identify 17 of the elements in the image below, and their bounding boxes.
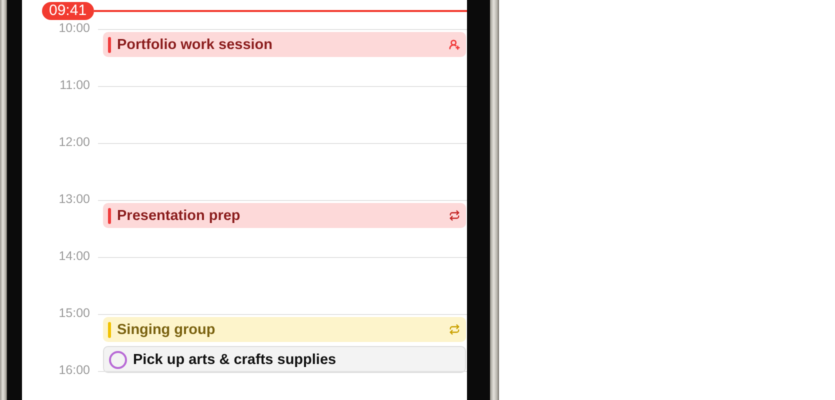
calendar-event[interactable]: Portfolio work session xyxy=(103,32,466,57)
event-title: Presentation prep xyxy=(117,208,242,224)
event-title: Singing group xyxy=(117,322,216,338)
hour-label: 10:00 xyxy=(58,21,91,37)
hour-label: 13:00 xyxy=(58,192,91,208)
hour-label: 15:00 xyxy=(58,306,91,322)
hour-label: 11:00 xyxy=(60,78,91,94)
hour-label: 16:00 xyxy=(58,363,91,379)
hour-label: 12:00 xyxy=(58,135,91,151)
calendar-event[interactable]: Singing group xyxy=(103,317,466,342)
reminder-item[interactable]: Pick up arts & crafts supplies xyxy=(103,346,466,373)
reminder-title: Pick up arts & crafts supplies xyxy=(133,352,338,368)
event-title: Portfolio work session xyxy=(117,36,274,52)
reminder-checkbox[interactable] xyxy=(109,350,127,368)
current-time-badge: 09:41 xyxy=(42,2,94,20)
hour-label: 14:00 xyxy=(58,249,91,265)
calendar-event[interactable]: Presentation prep xyxy=(103,203,466,228)
